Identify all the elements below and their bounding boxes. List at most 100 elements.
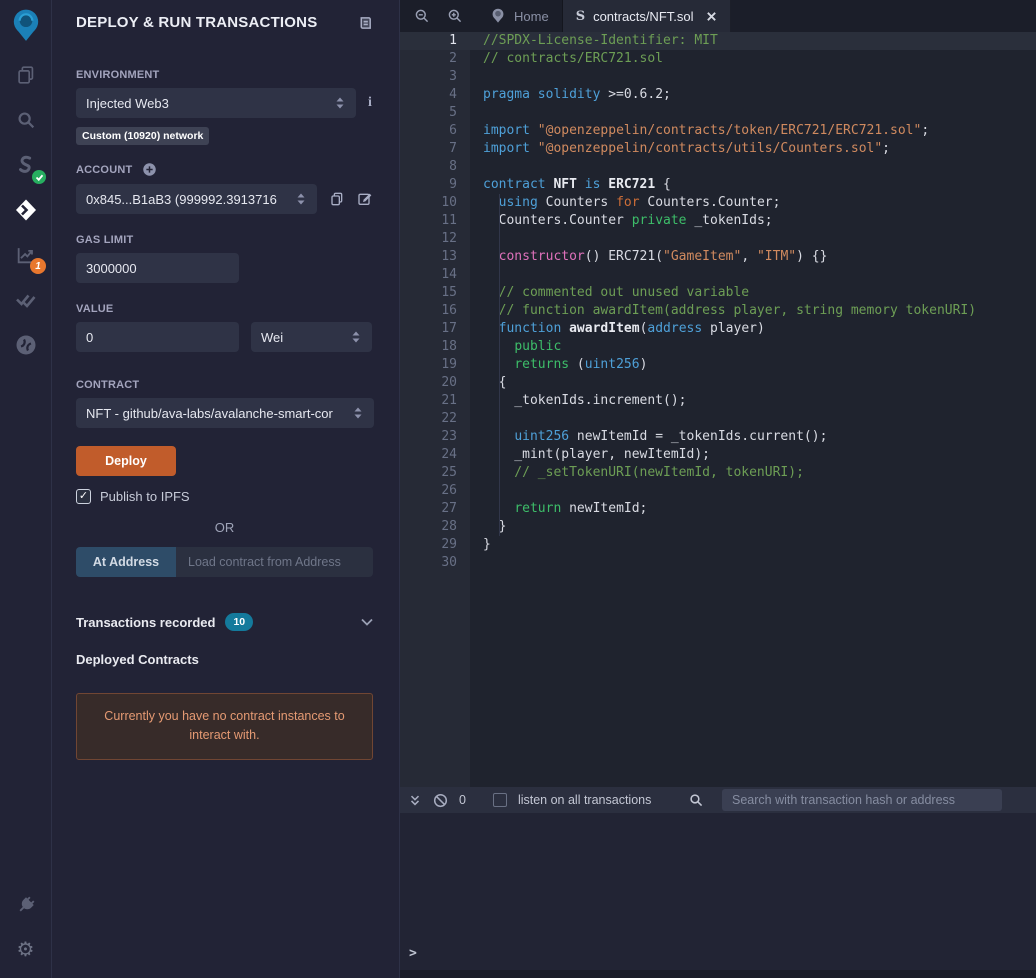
code-line-13[interactable]: 13 constructor() ERC721("GameItem", "ITM… bbox=[400, 248, 1036, 266]
value-input[interactable] bbox=[76, 322, 239, 352]
collapse-icon[interactable] bbox=[408, 793, 422, 808]
code-line-15[interactable]: 15 // commented out unused variable bbox=[400, 284, 1036, 302]
listen-count: 0 bbox=[459, 793, 466, 807]
at-address-button[interactable]: At Address bbox=[76, 547, 176, 577]
plus-icon[interactable] bbox=[142, 162, 157, 177]
gas-limit-label: GAS LIMIT bbox=[76, 234, 134, 246]
publish-ipfs-label: Publish to IPFS bbox=[100, 489, 190, 504]
updown-icon bbox=[297, 193, 305, 205]
deploy-button[interactable]: Deploy bbox=[76, 446, 176, 476]
at-address-input[interactable] bbox=[176, 547, 373, 577]
icon-sidebar: 1 ⚙ bbox=[0, 0, 52, 978]
account-label: ACCOUNT bbox=[76, 162, 373, 177]
tab-home[interactable]: Home bbox=[477, 0, 563, 32]
file-explorer-icon[interactable] bbox=[0, 52, 51, 97]
code-line-21[interactable]: 21 _tokenIds.increment(); bbox=[400, 392, 1036, 410]
contract-label: CONTRACT bbox=[76, 379, 140, 391]
code-line-4[interactable]: 4 pragma solidity >=0.6.2; bbox=[400, 86, 1036, 104]
code-line-16[interactable]: 16 // function awardItem(address player,… bbox=[400, 302, 1036, 320]
unit-testing-icon[interactable] bbox=[0, 277, 51, 322]
terminal-bottom-strip bbox=[400, 970, 1036, 978]
main-area: Home S contracts/NFT.sol 1//SPDX-License… bbox=[400, 0, 1036, 978]
updown-icon bbox=[354, 407, 362, 419]
chevron-down-icon[interactable] bbox=[361, 618, 373, 626]
remix-home-icon bbox=[492, 8, 504, 23]
code-line-12[interactable]: 12 bbox=[400, 230, 1036, 248]
deploy-run-panel: DEPLOY & RUN TRANSACTIONS ENVIRONMENT In… bbox=[52, 0, 400, 978]
value-unit-select[interactable]: Wei bbox=[251, 322, 372, 352]
book-icon[interactable] bbox=[358, 15, 373, 31]
code-line-18[interactable]: 18 public bbox=[400, 338, 1036, 356]
code-line-25[interactable]: 25 // _setTokenURI(newItemId, tokenURI); bbox=[400, 464, 1036, 482]
code-line-20[interactable]: 20 { bbox=[400, 374, 1036, 392]
analytics-icon[interactable]: 1 bbox=[0, 232, 51, 277]
tab-bar: Home S contracts/NFT.sol bbox=[400, 0, 1036, 32]
environment-label: ENVIRONMENT bbox=[76, 69, 160, 81]
analytics-count-badge: 1 bbox=[30, 258, 46, 274]
code-line-2[interactable]: 2// contracts/ERC721.sol bbox=[400, 50, 1036, 68]
settings-icon[interactable]: ⚙ bbox=[0, 927, 51, 972]
code-line-26[interactable]: 26 bbox=[400, 482, 1036, 500]
terminal-search-input[interactable] bbox=[722, 789, 1002, 811]
info-icon[interactable]: i bbox=[368, 95, 372, 111]
compiled-check-badge bbox=[32, 170, 46, 184]
account-select[interactable]: 0x845...B1aB3 (999992.3913716 bbox=[76, 184, 317, 214]
remix-ide: 1 ⚙ DEPLOY & RUN TRANSACTIONS ENVIRONMEN… bbox=[0, 0, 1036, 978]
no-instances-message: Currently you have no contract instances… bbox=[76, 693, 373, 760]
code-line-28[interactable]: 28 } bbox=[400, 518, 1036, 536]
code-line-17[interactable]: 17 function awardItem(address player) bbox=[400, 320, 1036, 338]
sourcify-icon[interactable] bbox=[0, 322, 51, 367]
code-line-1[interactable]: 1//SPDX-License-Identifier: MIT bbox=[400, 32, 1036, 50]
code-line-24[interactable]: 24 _mint(player, newItemId); bbox=[400, 446, 1036, 464]
code-line-10[interactable]: 10 using Counters for Counters.Counter; bbox=[400, 194, 1036, 212]
edit-icon[interactable] bbox=[357, 191, 373, 207]
code-line-22[interactable]: 22 bbox=[400, 410, 1036, 428]
ban-icon[interactable] bbox=[433, 793, 448, 808]
code-line-8[interactable]: 8 bbox=[400, 158, 1036, 176]
listen-label: listen on all transactions bbox=[517, 793, 652, 807]
tab-contracts-nft-sol[interactable]: S contracts/NFT.sol bbox=[562, 0, 731, 32]
terminal-toolbar: 0 listen on all transactions bbox=[400, 787, 1036, 813]
transactions-count-badge: 10 bbox=[225, 613, 254, 631]
code-line-11[interactable]: 11 Counters.Counter private _tokenIds; bbox=[400, 212, 1036, 230]
code-line-14[interactable]: 14 bbox=[400, 266, 1036, 284]
sidebar-bottom: ⚙ bbox=[0, 882, 51, 978]
code-line-27[interactable]: 27 return newItemId; bbox=[400, 500, 1036, 518]
close-icon[interactable] bbox=[706, 11, 717, 22]
code-line-6[interactable]: 6 import "@openzeppelin/contracts/token/E… bbox=[400, 122, 1036, 140]
zoom-out-icon[interactable] bbox=[414, 8, 430, 24]
code-line-7[interactable]: 7 import "@openzeppelin/contracts/utils/C… bbox=[400, 140, 1036, 158]
code-line-30[interactable]: 30 bbox=[400, 554, 1036, 572]
code-line-9[interactable]: 9 contract NFT is ERC721 { bbox=[400, 176, 1036, 194]
solidity-compiler-icon[interactable] bbox=[0, 142, 51, 187]
zoom-in-icon[interactable] bbox=[447, 8, 463, 24]
value-label: VALUE bbox=[76, 303, 114, 315]
copy-icon[interactable] bbox=[329, 191, 345, 207]
solidity-file-icon: S bbox=[575, 8, 586, 24]
code-line-29[interactable]: 29} bbox=[400, 536, 1036, 554]
contract-select[interactable]: NFT - github/ava-labs/avalanche-smart-co… bbox=[76, 398, 374, 428]
terminal-output[interactable]: > bbox=[400, 813, 1036, 970]
panel-title: DEPLOY & RUN TRANSACTIONS bbox=[76, 14, 318, 31]
remix-logo-icon[interactable] bbox=[0, 0, 51, 52]
code-line-3[interactable]: 3 bbox=[400, 68, 1036, 86]
plugin-manager-icon[interactable] bbox=[0, 882, 51, 927]
deployed-contracts-label: Deployed Contracts bbox=[76, 652, 199, 667]
updown-icon bbox=[352, 331, 360, 343]
code-editor[interactable]: 1//SPDX-License-Identifier: MIT 2// contr… bbox=[400, 32, 1036, 787]
environment-select[interactable]: Injected Web3 bbox=[76, 88, 356, 118]
transactions-recorded-label: Transactions recorded bbox=[76, 614, 216, 630]
code-line-23[interactable]: 23 uint256 newItemId = _tokenIds.current… bbox=[400, 428, 1036, 446]
terminal-prompt: > bbox=[409, 946, 417, 961]
listen-checkbox[interactable] bbox=[492, 793, 507, 807]
search-icon[interactable] bbox=[0, 97, 51, 142]
terminal: 0 listen on all transactions > bbox=[400, 787, 1036, 978]
code-line-5[interactable]: 5 bbox=[400, 104, 1036, 122]
gas-limit-input[interactable] bbox=[76, 253, 239, 283]
publish-ipfs-checkbox[interactable] bbox=[76, 489, 91, 504]
terminal-search-icon bbox=[689, 793, 703, 807]
deploy-run-icon[interactable] bbox=[0, 187, 51, 232]
or-separator: OR bbox=[214, 520, 235, 535]
code-line-19[interactable]: 19 returns (uint256) bbox=[400, 356, 1036, 374]
updown-icon bbox=[336, 97, 344, 109]
